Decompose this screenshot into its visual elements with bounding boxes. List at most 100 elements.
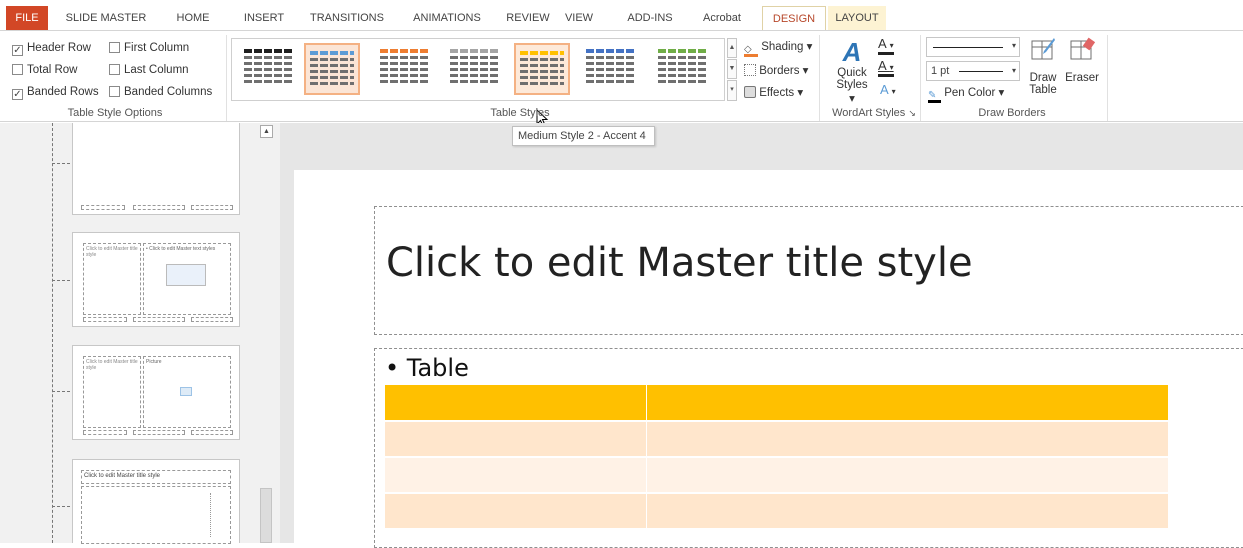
style-preview-row [310, 51, 354, 55]
header-row-checkbox[interactable]: ✓ Header Row [12, 40, 91, 56]
quick-styles-button[interactable]: A Quick Styles ▾ [832, 37, 872, 105]
tab-home[interactable]: HOME [165, 6, 221, 30]
banded-columns-checkbox[interactable]: Banded Columns [109, 84, 212, 100]
tab-transitions[interactable]: TRANSITIONS [301, 6, 393, 30]
slide-title: Click to edit Master title style [386, 240, 973, 286]
tab-add-ins[interactable]: ADD-INS [620, 6, 680, 30]
pen-icon: ✎ [928, 91, 941, 103]
layout-thumbnail[interactable]: Click to edit Master title style [72, 459, 240, 544]
layout-tree-line [52, 123, 53, 543]
checkbox-box: ✓ [12, 45, 23, 56]
thumbnail-scrollbar[interactable]: ▲ [258, 123, 275, 543]
chevron-down-icon: ▾ [1011, 66, 1016, 75]
ribbon: ✓ Header Row First Column Total Row Last … [0, 30, 1243, 127]
style-preview-row [586, 62, 634, 65]
tab-layout[interactable]: LAYOUT [828, 6, 886, 30]
draw-table-label2: Table [1029, 84, 1057, 96]
checkbox-box [12, 64, 23, 75]
group-separator [1107, 35, 1108, 121]
footer-placeholder [191, 430, 233, 435]
style-preview-row [450, 80, 498, 83]
slide-table[interactable] [385, 385, 1170, 530]
layout-thumbnail[interactable]: Click to edit Master title style • Click… [72, 232, 240, 327]
gallery-scroll-down-button[interactable]: ▼ [727, 59, 737, 79]
table-cell[interactable] [385, 421, 647, 458]
banded-rows-checkbox[interactable]: ✓ Banded Rows [12, 84, 99, 100]
style-preview-row [586, 74, 634, 77]
borders-button[interactable]: Borders ▾ [744, 63, 808, 77]
thumbnail-title-placeholder: Click to edit Master title style [83, 356, 141, 428]
text-fill-icon[interactable]: A ▾ [878, 37, 894, 55]
last-column-checkbox[interactable]: Last Column [109, 62, 189, 78]
table-style-accent4[interactable] [514, 43, 570, 95]
table-cell[interactable] [646, 385, 1170, 422]
gallery-more-button[interactable]: ▾ [727, 80, 737, 101]
style-preview-row [520, 82, 564, 85]
footer-placeholder [83, 317, 127, 322]
table-style-accent2[interactable] [376, 43, 432, 95]
text-effects-icon[interactable]: A ▾ [880, 83, 896, 98]
table-cell[interactable] [646, 457, 1170, 494]
checkbox-box [109, 64, 120, 75]
chevron-down-icon: ▾ [1011, 41, 1016, 50]
footer-placeholder [191, 205, 233, 210]
shading-button[interactable]: ◇ Shading ▾ [744, 39, 812, 57]
tab-review[interactable]: REVIEW [500, 6, 556, 30]
total-row-label: Total Row [27, 64, 78, 76]
last-column-label: Last Column [124, 64, 189, 76]
shading-label: Shading [761, 41, 804, 53]
style-preview-row [586, 49, 634, 53]
first-column-label: First Column [124, 42, 190, 54]
style-preview-row [520, 70, 564, 73]
layout-thumbnail[interactable] [72, 123, 240, 215]
table-style-accent3[interactable] [446, 43, 502, 95]
footer-placeholder [81, 205, 125, 210]
pen-style-dropdown[interactable]: ▾ [926, 37, 1020, 57]
table-cell[interactable] [385, 457, 647, 494]
quick-styles-label: Quick [837, 67, 867, 79]
style-preview-row [310, 82, 354, 85]
table-cell[interactable] [646, 421, 1170, 458]
group-separator [226, 35, 227, 121]
draw-table-button[interactable]: Draw Table [1026, 37, 1060, 103]
style-preview-row [520, 51, 564, 55]
tab-acrobat[interactable]: Acrobat [695, 6, 749, 30]
pen-color-button[interactable]: ✎ Pen Color ▾ [928, 85, 1004, 103]
style-preview-row [520, 76, 564, 79]
scrollbar-thumb[interactable] [260, 488, 272, 543]
style-preview-row [244, 56, 292, 59]
table-cell[interactable] [385, 493, 647, 530]
dialog-launcher-icon[interactable]: ↘ [908, 108, 916, 118]
eraser-button[interactable]: Eraser [1064, 37, 1100, 103]
tab-design[interactable]: DESIGN [762, 6, 826, 30]
table-style-accent1[interactable] [304, 43, 360, 95]
tab-slide-master[interactable]: SLIDE MASTER [62, 6, 150, 30]
gallery-scroll-up-button[interactable]: ▲ [727, 38, 737, 58]
pen-weight-dropdown[interactable]: 1 pt ▾ [926, 61, 1020, 81]
table-cell[interactable] [646, 493, 1170, 530]
table-style-accent6[interactable] [654, 43, 710, 95]
tab-view[interactable]: VIEW [559, 6, 599, 30]
total-row-checkbox[interactable]: Total Row [12, 62, 78, 78]
table-style-dark[interactable] [240, 43, 296, 95]
style-preview-row [380, 74, 428, 77]
thumbnail-picture-placeholder: Picture [143, 356, 231, 428]
footer-placeholder [133, 430, 185, 435]
footer-placeholder [83, 430, 127, 435]
first-column-checkbox[interactable]: First Column [109, 40, 189, 56]
style-preview-row [658, 80, 706, 83]
text-outline-icon[interactable]: A ▾ [878, 59, 894, 77]
thumbnail-title-placeholder: Click to edit Master title style [83, 243, 141, 315]
tab-insert[interactable]: INSERT [237, 6, 291, 30]
slide-thumbnail-pane: Click to edit Master title style • Click… [0, 123, 280, 544]
effects-button[interactable]: Effects ▾ [744, 85, 803, 99]
style-preview-row [244, 49, 292, 53]
scroll-up-arrow-icon[interactable]: ▲ [260, 125, 273, 138]
thumbnail-body-placeholder: • Click to edit Master text styles [143, 243, 231, 315]
layout-thumbnail[interactable]: Click to edit Master title style Picture [72, 345, 240, 440]
table-cell[interactable] [385, 385, 647, 422]
tab-file[interactable]: FILE [6, 6, 48, 30]
tab-animations[interactable]: ANIMATIONS [402, 6, 492, 30]
table-style-accent5[interactable] [582, 43, 638, 95]
style-preview-row [380, 56, 428, 59]
